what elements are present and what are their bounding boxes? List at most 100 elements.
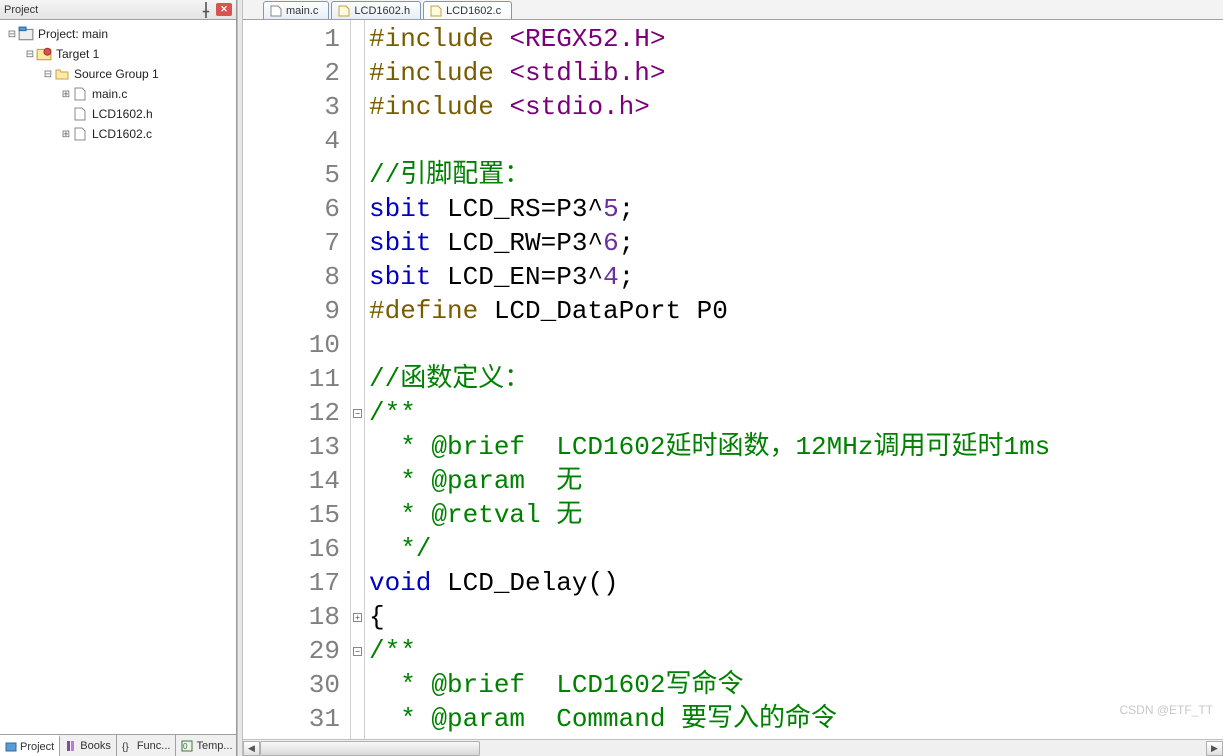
code-line[interactable]: #include <stdio.h> [369, 90, 1223, 124]
expander-icon[interactable]: ⊟ [42, 69, 54, 80]
line-number: 4 [243, 124, 340, 158]
tree-root-label: Project: main [38, 27, 108, 41]
bottom-tab-label: Func... [137, 740, 171, 752]
folder-icon [54, 66, 70, 82]
code-line[interactable]: //函数定义： [369, 362, 1223, 396]
code-line[interactable]: #define LCD_DataPort P0 [369, 294, 1223, 328]
code-line[interactable]: * @brief LCD1602写命令 [369, 668, 1223, 702]
close-icon[interactable]: ✕ [216, 3, 232, 16]
templates-tab-icon: 0 [181, 740, 193, 752]
file-c-icon [270, 5, 282, 17]
fold-marker [351, 260, 364, 294]
file-tab[interactable]: LCD1602.h [331, 1, 421, 19]
code-line[interactable] [369, 328, 1223, 362]
fold-marker [351, 362, 364, 396]
fold-marker [351, 328, 364, 362]
fold-marker[interactable]: − [351, 396, 364, 430]
line-number: 11 [243, 362, 340, 396]
tree-root[interactable]: ⊟ Project: main [0, 24, 236, 44]
expander-icon[interactable]: ⊞ [60, 129, 72, 140]
expander-icon[interactable]: ⊟ [6, 29, 18, 40]
scroll-left-icon[interactable]: ◀ [243, 741, 260, 756]
line-number: 3 [243, 90, 340, 124]
tree-file[interactable]: ⊞ main.c [0, 84, 236, 104]
line-number: 5 [243, 158, 340, 192]
file-tab-label: LCD1602.h [354, 5, 410, 17]
fold-marker [351, 294, 364, 328]
code-line[interactable]: */ [369, 532, 1223, 566]
code-line[interactable]: sbit LCD_RS=P3^5; [369, 192, 1223, 226]
line-number-gutter: 12345678910111213141516171829303132 [243, 20, 351, 739]
line-number: 2 [243, 56, 340, 90]
file-h-icon [338, 5, 350, 17]
expander-icon[interactable]: ⊟ [24, 49, 36, 60]
code-line[interactable]: //引脚配置： [369, 158, 1223, 192]
bottom-tab-templates[interactable]: 0 Temp... [176, 735, 238, 756]
code-line[interactable]: * @param Command 要写入的命令 [369, 702, 1223, 736]
project-tab-icon [5, 741, 17, 753]
pin-icon[interactable] [198, 3, 214, 17]
code-line[interactable]: /** [369, 396, 1223, 430]
fold-marker[interactable]: + [351, 600, 364, 634]
line-number: 16 [243, 532, 340, 566]
bottom-tab-label: Books [80, 740, 111, 752]
fold-marker [351, 532, 364, 566]
code-content[interactable]: #include <REGX52.H>#include <stdlib.h>#i… [365, 20, 1223, 739]
code-line[interactable]: #include <stdlib.h> [369, 56, 1223, 90]
bottom-tab-label: Temp... [196, 740, 232, 752]
line-number: 13 [243, 430, 340, 464]
tree-file-label: LCD1602.h [92, 107, 153, 121]
code-line[interactable] [369, 124, 1223, 158]
bottom-tab-project[interactable]: Project [0, 735, 60, 756]
expander-icon[interactable]: ⊞ [60, 89, 72, 100]
fold-marker [351, 124, 364, 158]
books-tab-icon [65, 740, 77, 752]
file-tab-active[interactable]: LCD1602.c [423, 1, 512, 19]
code-line[interactable]: #include <REGX52.H> [369, 22, 1223, 56]
tree-file[interactable]: LCD1602.h [0, 104, 236, 124]
fold-marker [351, 22, 364, 56]
code-editor[interactable]: 12345678910111213141516171829303132 −+− … [243, 20, 1223, 739]
line-number: 14 [243, 464, 340, 498]
code-line[interactable]: * @retval 无 [369, 736, 1223, 739]
tree-file[interactable]: ⊞ LCD1602.c [0, 124, 236, 144]
line-number: 17 [243, 566, 340, 600]
project-icon [18, 26, 34, 42]
fold-marker [351, 464, 364, 498]
line-number: 8 [243, 260, 340, 294]
code-line[interactable]: /** [369, 634, 1223, 668]
fold-marker[interactable]: − [351, 634, 364, 668]
fold-marker [351, 498, 364, 532]
fold-marker [351, 702, 364, 736]
code-line[interactable]: sbit LCD_RW=P3^6; [369, 226, 1223, 260]
line-number: 12 [243, 396, 340, 430]
tree-target[interactable]: ⊟ Target 1 [0, 44, 236, 64]
fold-marker [351, 668, 364, 702]
code-line[interactable]: * @param 无 [369, 464, 1223, 498]
scroll-track[interactable] [260, 741, 1206, 756]
code-line[interactable]: void LCD_Delay() [369, 566, 1223, 600]
scroll-right-icon[interactable]: ▶ [1206, 741, 1223, 756]
fold-marker [351, 736, 364, 739]
code-line[interactable]: * @brief LCD1602延时函数，12MHz调用可延时1ms [369, 430, 1223, 464]
svg-text:{}: {} [122, 742, 129, 752]
fold-column[interactable]: −+− [351, 20, 365, 739]
file-tab-label: LCD1602.c [446, 5, 501, 17]
bottom-tab-books[interactable]: Books [60, 735, 117, 756]
scroll-thumb[interactable] [260, 741, 480, 756]
line-number: 30 [243, 668, 340, 702]
tree-group[interactable]: ⊟ Source Group 1 [0, 64, 236, 84]
project-tree[interactable]: ⊟ Project: main ⊟ Target 1 ⊟ Source Grou… [0, 20, 236, 734]
tree-file-label: main.c [92, 87, 127, 101]
editor-area: main.c LCD1602.h LCD1602.c 1234567891011… [243, 0, 1223, 756]
code-line[interactable]: sbit LCD_EN=P3^4; [369, 260, 1223, 294]
code-line[interactable]: * @retval 无 [369, 498, 1223, 532]
bottom-tab-functions[interactable]: {} Func... [117, 735, 177, 756]
project-panel-header: Project ✕ [0, 0, 236, 20]
file-tab[interactable]: main.c [263, 1, 329, 19]
horizontal-scrollbar[interactable]: ◀ ▶ [243, 739, 1223, 756]
project-panel: Project ✕ ⊟ Project: main ⊟ Target 1 ⊟ S… [0, 0, 237, 756]
line-number: 10 [243, 328, 340, 362]
code-line[interactable]: { [369, 600, 1223, 634]
line-number: 6 [243, 192, 340, 226]
